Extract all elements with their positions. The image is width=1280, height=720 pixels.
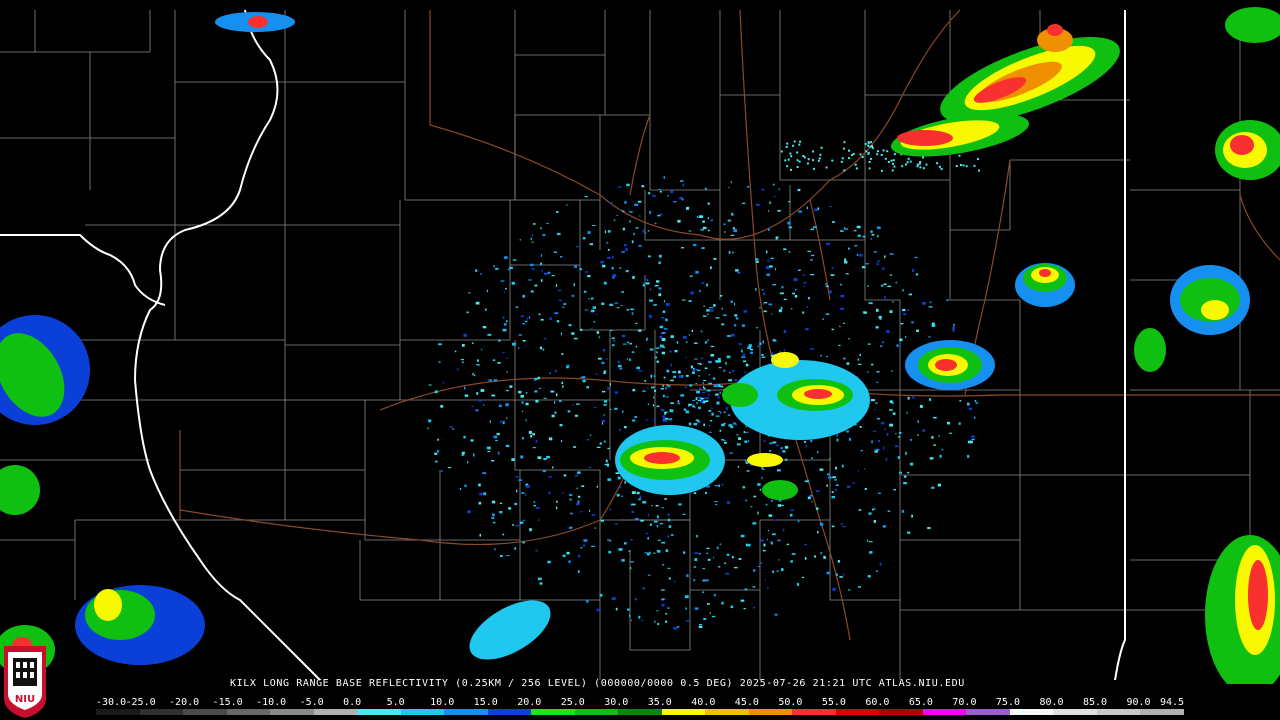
colorscale-swatch [444, 709, 488, 715]
colorscale-swatch [966, 709, 1010, 715]
colorscale-labels: -30.0 -25.0 -20.0 -15.0 -10.0 -5.0 0.0 5.0 10.0 1… [96, 697, 1196, 709]
radar-viewer: NIU KILX LONG RANGE BASE REFLECTIVITY (0… [0, 0, 1280, 720]
colorscale-label: 35.0 [647, 697, 672, 708]
colorscale-label: 60.0 [865, 697, 890, 708]
colorscale-swatch [487, 709, 532, 715]
colorscale-label: 80.0 [1039, 697, 1064, 708]
colorscale-swatch [922, 709, 967, 715]
colorscale-swatch [139, 709, 184, 715]
colorscale-label: -20.0 [169, 697, 200, 708]
colorscale-swatch [270, 709, 314, 715]
county-boundaries [0, 10, 1280, 680]
radar-map [0, 7, 1280, 684]
colorscale-swatch [313, 709, 358, 715]
colorscale-swatch [748, 709, 793, 715]
colorscale-label: 30.0 [604, 697, 629, 708]
colorscale-label: 45.0 [734, 697, 759, 708]
colorscale-label: -10.0 [256, 697, 287, 708]
colorscale-swatch [574, 709, 619, 715]
colorscale-swatch [792, 709, 836, 715]
colorscale-swatch [357, 709, 401, 715]
colorscale-label: 75.0 [995, 697, 1020, 708]
colorscale-label: 55.0 [821, 697, 846, 708]
colorscale-label: 94.5 [1160, 697, 1185, 708]
colorscale-swatch [705, 709, 749, 715]
colorscale-label: 0.0 [343, 697, 362, 708]
colorscale-label: 15.0 [473, 697, 498, 708]
colorscale-swatch [96, 709, 140, 715]
colorscale-swatch [1053, 709, 1097, 715]
colorscale-swatch [183, 709, 227, 715]
niu-logo: NIU [4, 646, 46, 718]
storm-northeast [890, 7, 1280, 180]
colorscale-swatch [1096, 709, 1141, 715]
svg-text:NIU: NIU [15, 694, 35, 705]
colorscale-label: 70.0 [952, 697, 977, 708]
colorscale-swatch [835, 709, 880, 715]
colorscale-swatch [1009, 709, 1054, 715]
colorscale-swatch [226, 709, 271, 715]
colorscale-swatch [661, 709, 706, 715]
colorscale-label: 20.0 [517, 697, 542, 708]
colorscale-label: 10.0 [430, 697, 455, 708]
highway-lines [179, 9, 1280, 641]
storm-south [0, 535, 1280, 684]
colorscale-label: 90.0 [1126, 697, 1151, 708]
colorscale-swatch [618, 709, 662, 715]
colorscale-label: -15.0 [212, 697, 243, 708]
colorscale-label: 25.0 [560, 697, 585, 708]
colorscale-label: 65.0 [908, 697, 933, 708]
colorscale-bar [96, 709, 1184, 715]
storm-cells [0, 7, 1280, 684]
colorscale-label: 50.0 [778, 697, 803, 708]
colorscale-label: 40.0 [691, 697, 716, 708]
colorscale-swatch [1140, 709, 1184, 715]
colorscale-label: -25.0 [125, 697, 156, 708]
colorscale-swatch [400, 709, 445, 715]
product-caption: KILX LONG RANGE BASE REFLECTIVITY (0.25K… [230, 678, 965, 689]
storm-east [905, 263, 1250, 390]
colorscale-swatch [879, 709, 923, 715]
colorscale-label: 85.0 [1082, 697, 1108, 708]
colorscale-label: -30.0 [96, 697, 127, 708]
colorscale-label: 5.0 [386, 697, 405, 708]
colorscale-swatch [531, 709, 575, 715]
storm-west [0, 12, 295, 515]
colorscale-label: -5.0 [299, 697, 324, 708]
